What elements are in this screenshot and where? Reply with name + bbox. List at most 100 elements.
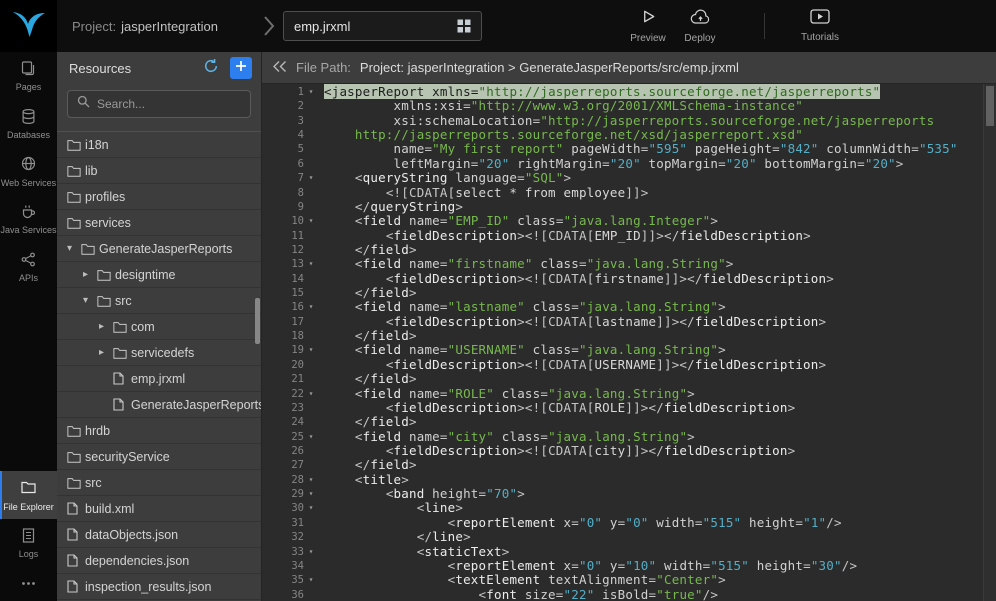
code-line[interactable]: </field> [324, 372, 982, 386]
sidebar-item-databases[interactable]: Databases [0, 100, 57, 148]
tree-item-inspection-results-json[interactable]: inspection_results.json [57, 574, 261, 600]
code-line[interactable]: <title> [324, 473, 982, 487]
gutter-line[interactable]: 25▾ [262, 430, 320, 444]
chevron-down-icon[interactable]: ▾ [83, 295, 97, 306]
code-line[interactable]: <reportElement x="0" y="0" width="515" h… [324, 516, 982, 530]
code-line[interactable]: <fieldDescription><![CDATA[ROLE]]></fiel… [324, 401, 982, 415]
code-line[interactable]: </field> [324, 458, 982, 472]
gutter-line[interactable]: 22▾ [262, 387, 320, 401]
sidebar-item-file-explorer[interactable]: File Explorer [0, 471, 57, 519]
tree-item-src[interactable]: ▾src [57, 288, 261, 314]
collapse-panel-button[interactable] [272, 60, 287, 76]
editor-scrollbar[interactable] [983, 84, 996, 601]
fold-caret-icon[interactable]: ▾ [304, 214, 318, 228]
fold-caret-icon[interactable]: ▾ [304, 387, 318, 401]
code-line[interactable]: <field name="EMP_ID" class="java.lang.In… [324, 214, 982, 228]
fold-caret-icon[interactable]: ▾ [304, 501, 318, 515]
tree-item-generatejasperreports-s[interactable]: GenerateJasperReports.s [57, 392, 261, 418]
gutter-line[interactable]: 35▾ [262, 573, 320, 587]
sidebar-item-apis[interactable]: APIs [0, 243, 57, 291]
gutter-line[interactable]: 19▾ [262, 343, 320, 357]
gutter-line[interactable]: 1▾ [262, 85, 320, 99]
code-line[interactable]: <fieldDescription><![CDATA[lastname]]></… [324, 315, 982, 329]
action-preview[interactable]: Preview [622, 0, 674, 52]
file-selector[interactable]: emp.jrxml [283, 11, 482, 41]
code-line[interactable]: xsi:schemaLocation="http://jasperreports… [324, 114, 982, 128]
tree-item-emp-jrxml[interactable]: emp.jrxml [57, 366, 261, 392]
sidebar-item-logs[interactable]: Logs [0, 519, 57, 567]
tree-item-lib[interactable]: lib [57, 158, 261, 184]
code-editor[interactable]: 1▾234567▾8910▾111213▾141516▾171819▾20212… [262, 84, 996, 601]
code-line[interactable]: http://jasperreports.sourceforge.net/xsd… [324, 128, 982, 142]
fold-caret-icon[interactable]: ▾ [304, 85, 318, 99]
tree-scrollbar[interactable] [255, 298, 260, 344]
code-line[interactable]: <band height="70"> [324, 487, 982, 501]
fold-caret-icon[interactable]: ▾ [304, 430, 318, 444]
chevron-right-icon[interactable]: ▸ [99, 321, 113, 332]
action-deploy[interactable]: Deploy [674, 0, 726, 52]
code-line[interactable]: <field name="firstname" class="java.lang… [324, 257, 982, 271]
sidebar-item-java-services[interactable]: Java Services [0, 195, 57, 243]
tree-item-dataobjects-json[interactable]: dataObjects.json [57, 522, 261, 548]
refresh-button[interactable] [203, 58, 219, 79]
code-line[interactable]: <reportElement x="0" y="10" width="515" … [324, 559, 982, 573]
chevron-right-icon[interactable]: ▸ [99, 347, 113, 358]
fold-caret-icon[interactable]: ▾ [304, 171, 318, 185]
gutter-line[interactable]: 10▾ [262, 214, 320, 228]
code-line[interactable]: <fieldDescription><![CDATA[USERNAME]]></… [324, 358, 982, 372]
sidebar-item-more[interactable] [0, 567, 57, 601]
code-line[interactable]: <fieldDescription><![CDATA[EMP_ID]]></fi… [324, 229, 982, 243]
app-logo[interactable] [0, 0, 57, 52]
fold-caret-icon[interactable]: ▾ [304, 257, 318, 271]
search-box[interactable] [67, 90, 251, 118]
code-area[interactable]: <jasperReport xmlns="http://jasperreport… [320, 84, 996, 601]
code-line[interactable]: <staticText> [324, 545, 982, 559]
code-line[interactable]: <field name="city" class="java.lang.Stri… [324, 430, 982, 444]
code-line[interactable]: </field> [324, 415, 982, 429]
code-line[interactable]: <field name="lastname" class="java.lang.… [324, 300, 982, 314]
tree-item-services[interactable]: services [57, 210, 261, 236]
code-line[interactable]: xmlns:xsi="http://www.w3.org/2001/XMLSch… [324, 99, 982, 113]
code-line[interactable]: </field> [324, 243, 982, 257]
code-line[interactable]: leftMargin="20" rightMargin="20" topMarg… [324, 157, 982, 171]
code-line[interactable]: <fieldDescription><![CDATA[city]]></fiel… [324, 444, 982, 458]
gutter-line[interactable]: 7▾ [262, 171, 320, 185]
code-line[interactable]: </queryString> [324, 200, 982, 214]
code-line[interactable]: <field name="ROLE" class="java.lang.Stri… [324, 387, 982, 401]
code-line[interactable]: </field> [324, 329, 982, 343]
fold-caret-icon[interactable]: ▾ [304, 300, 318, 314]
code-line[interactable]: <fieldDescription><![CDATA[firstname]]><… [324, 272, 982, 286]
code-line[interactable]: </line> [324, 530, 982, 544]
code-line[interactable]: <line> [324, 501, 982, 515]
gutter-line[interactable]: 30▾ [262, 501, 320, 515]
code-line[interactable]: <jasperReport xmlns="http://jasperreport… [324, 85, 982, 99]
code-line[interactable]: <textElement textAlignment="Center"> [324, 573, 982, 587]
fold-caret-icon[interactable]: ▾ [304, 487, 318, 501]
code-line[interactable]: <field name="USERNAME" class="java.lang.… [324, 343, 982, 357]
tree-item-servicedefs[interactable]: ▸servicedefs [57, 340, 261, 366]
tree-item-securityservice[interactable]: securityService [57, 444, 261, 470]
tree-item-i18n[interactable]: i18n [57, 132, 261, 158]
add-resource-button[interactable] [230, 57, 252, 79]
code-line[interactable]: </field> [324, 286, 982, 300]
tree-item-com[interactable]: ▸com [57, 314, 261, 340]
tree-item-hrdb[interactable]: hrdb [57, 418, 261, 444]
tree-item-dependencies-json[interactable]: dependencies.json [57, 548, 261, 574]
tree-item-designtime[interactable]: ▸designtime [57, 262, 261, 288]
gutter-line[interactable]: 29▾ [262, 487, 320, 501]
sidebar-item-pages[interactable]: Pages [0, 52, 57, 100]
fold-caret-icon[interactable]: ▾ [304, 473, 318, 487]
tree-item-src[interactable]: src [57, 470, 261, 496]
tree-item-build-xml[interactable]: build.xml [57, 496, 261, 522]
code-line[interactable]: <queryString language="SQL"> [324, 171, 982, 185]
code-line[interactable]: <![CDATA[select * from employee]]> [324, 186, 982, 200]
gutter-line[interactable]: 13▾ [262, 257, 320, 271]
code-line[interactable]: <font size="22" isBold="true"/> [324, 588, 982, 601]
code-line[interactable]: name="My first report" pageWidth="595" p… [324, 142, 982, 156]
chevron-down-icon[interactable]: ▾ [67, 243, 81, 254]
fold-caret-icon[interactable]: ▾ [304, 343, 318, 357]
gutter-line[interactable]: 28▾ [262, 473, 320, 487]
gutter-line[interactable]: 16▾ [262, 300, 320, 314]
editor-scrollbar-thumb[interactable] [986, 86, 994, 126]
fold-caret-icon[interactable]: ▾ [304, 545, 318, 559]
